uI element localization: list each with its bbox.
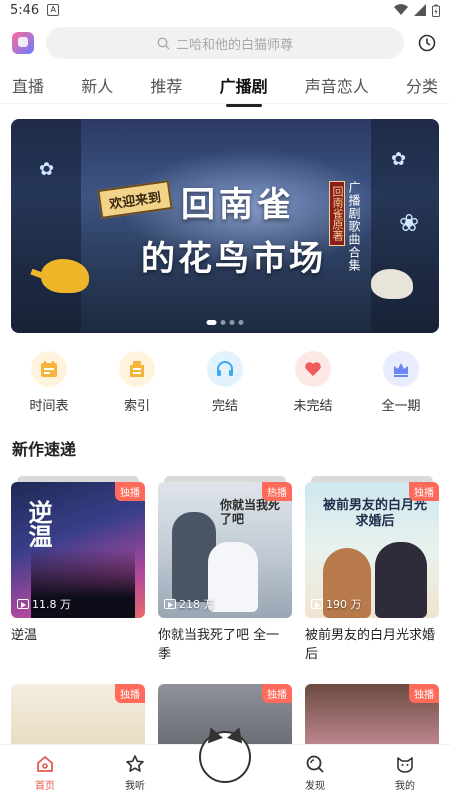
new-releases-row: 逆温 独播 11.8 万 逆温 你就当我死了吧 热播 218 万 你就当我死了吧… bbox=[0, 476, 450, 664]
top-bar: 二哈和他的白猫师尊 bbox=[0, 20, 450, 66]
cover-figure bbox=[208, 542, 258, 612]
play-count-value: 218 万 bbox=[179, 598, 215, 611]
entry-index[interactable]: 索引 bbox=[102, 351, 172, 414]
pagination-dot[interactable] bbox=[220, 320, 226, 325]
discover-icon bbox=[304, 753, 326, 775]
headphones-icon bbox=[207, 351, 243, 387]
search-placeholder: 二哈和他的白猫师尊 bbox=[175, 37, 293, 53]
cover-text: 逆温 bbox=[24, 500, 53, 548]
entry-label: 索引 bbox=[123, 399, 150, 414]
notification-icon: A bbox=[47, 4, 60, 16]
index-icon bbox=[119, 351, 155, 387]
battery-icon bbox=[432, 4, 440, 17]
play-count: 218 万 bbox=[164, 596, 215, 612]
play-count: 11.8 万 bbox=[17, 596, 71, 612]
entry-label: 未完结 bbox=[293, 399, 333, 414]
crown-icon bbox=[383, 351, 419, 387]
banner-subtitle: 广播剧歌曲合集 bbox=[347, 181, 361, 272]
search-input[interactable]: 二哈和他的白猫师尊 bbox=[46, 27, 404, 59]
drama-card[interactable]: 被前男友的白月光求婚后 独播 190 万 被前男友的白月光求婚后 bbox=[305, 476, 439, 664]
entry-label: 时间表 bbox=[29, 399, 69, 414]
wifi-icon bbox=[394, 4, 408, 16]
profile-icon bbox=[394, 753, 416, 775]
calendar-icon bbox=[31, 351, 67, 387]
bottom-navigation: 首页 我听 发现 我的 bbox=[0, 730, 450, 800]
play-count-value: 190 万 bbox=[326, 598, 362, 611]
entry-label: 完结 bbox=[211, 399, 238, 414]
nav-discover[interactable]: 发现 bbox=[285, 753, 345, 792]
tab-radio-drama[interactable]: 广播剧 bbox=[220, 67, 268, 103]
tab-recommend[interactable]: 推荐 bbox=[150, 67, 182, 103]
nav-label: 我听 bbox=[125, 781, 145, 792]
banner-title-line1: 回南雀 bbox=[181, 185, 295, 225]
heart-icon bbox=[295, 351, 331, 387]
drama-title[interactable]: 逆温 bbox=[11, 626, 145, 645]
exclusive-badge: 独播 bbox=[115, 684, 145, 703]
promo-banner[interactable]: ✿ ❀ ✿ 欢迎来到 回南雀 的花鸟市场 回南雀原著 广播剧歌曲合集 bbox=[11, 119, 439, 333]
star-icon bbox=[124, 753, 146, 775]
exclusive-badge: 独播 bbox=[409, 482, 439, 501]
section-title: 新作速递 bbox=[12, 440, 77, 459]
banner-flower: ✿ bbox=[39, 159, 55, 180]
drama-cover[interactable]: 逆温 独播 11.8 万 bbox=[11, 476, 145, 618]
app-logo-icon[interactable] bbox=[12, 32, 34, 54]
pagination-dot[interactable] bbox=[229, 320, 235, 325]
cover-text: 被前男友的白月光求婚后 bbox=[323, 498, 428, 529]
yellow-bird-illustration bbox=[41, 259, 89, 293]
play-icon bbox=[17, 599, 29, 609]
signal-icon bbox=[414, 4, 426, 16]
nav-home[interactable]: 首页 bbox=[15, 753, 75, 792]
banner-title-line2: 的花鸟市场 bbox=[141, 239, 326, 279]
cat-icon bbox=[199, 730, 251, 783]
history-button[interactable] bbox=[416, 32, 438, 54]
play-icon bbox=[164, 599, 176, 609]
status-time: 5:46 bbox=[10, 2, 40, 18]
exclusive-badge: 独播 bbox=[262, 684, 292, 703]
category-tabs: 直播 新人 推荐 广播剧 声音恋人 分类 bbox=[0, 66, 450, 104]
drama-card[interactable]: 逆温 独播 11.8 万 逆温 bbox=[11, 476, 145, 664]
entry-label: 全一期 bbox=[381, 399, 421, 414]
exclusive-badge: 独播 bbox=[409, 684, 439, 703]
nav-label: 发现 bbox=[305, 781, 325, 792]
hot-badge: 热播 bbox=[262, 482, 292, 501]
home-icon bbox=[34, 753, 56, 775]
nav-listen[interactable]: 我听 bbox=[105, 753, 165, 792]
play-count-value: 11.8 万 bbox=[32, 598, 71, 611]
banner-building bbox=[11, 119, 81, 333]
nav-label: 我的 bbox=[395, 781, 415, 792]
play-icon bbox=[311, 599, 323, 609]
quick-entry-row: 时间表 索引 完结 未完结 全一期 bbox=[0, 351, 450, 414]
tab-newcomer[interactable]: 新人 bbox=[81, 67, 113, 103]
entry-completed[interactable]: 完结 bbox=[190, 351, 260, 414]
cover-figure bbox=[375, 542, 427, 618]
tab-live[interactable]: 直播 bbox=[12, 67, 44, 103]
tab-voice-lover[interactable]: 声音恋人 bbox=[305, 67, 369, 103]
nav-label: 首页 bbox=[35, 781, 55, 792]
banner-pagination bbox=[206, 320, 244, 325]
white-bird-illustration bbox=[371, 269, 413, 299]
play-count: 190 万 bbox=[311, 596, 362, 612]
pagination-dot[interactable] bbox=[206, 320, 217, 325]
banner-flower: ❀ bbox=[399, 209, 420, 237]
nav-profile[interactable]: 我的 bbox=[375, 753, 435, 792]
entry-single-episode[interactable]: 全一期 bbox=[366, 351, 436, 414]
pagination-dot[interactable] bbox=[238, 320, 244, 325]
drama-card[interactable]: 你就当我死了吧 热播 218 万 你就当我死了吧 全一季 bbox=[158, 476, 292, 664]
banner-flower: ✿ bbox=[391, 149, 407, 170]
drama-cover[interactable]: 你就当我死了吧 热播 218 万 bbox=[158, 476, 292, 618]
status-bar: 5:46 A bbox=[0, 0, 450, 20]
tab-category[interactable]: 分类 bbox=[406, 67, 438, 103]
entry-ongoing[interactable]: 未完结 bbox=[278, 351, 348, 414]
cover-text: 你就当我死了吧 bbox=[220, 498, 281, 526]
nav-cat-center[interactable] bbox=[195, 730, 255, 800]
drama-title[interactable]: 你就当我死了吧 全一季 bbox=[158, 626, 292, 664]
exclusive-badge: 独播 bbox=[115, 482, 145, 501]
drama-cover[interactable]: 被前男友的白月光求婚后 独播 190 万 bbox=[305, 476, 439, 618]
drama-title[interactable]: 被前男友的白月光求婚后 bbox=[305, 626, 439, 664]
app-screen: 5:46 A 二哈和他的白猫师尊 直播 新人 推荐 广播剧 声音恋人 分类 ✿ … bbox=[0, 0, 450, 800]
clock-icon bbox=[418, 34, 436, 52]
entry-schedule[interactable]: 时间表 bbox=[14, 351, 84, 414]
banner-seal: 回南雀原著 bbox=[329, 181, 345, 246]
search-icon bbox=[157, 36, 170, 49]
